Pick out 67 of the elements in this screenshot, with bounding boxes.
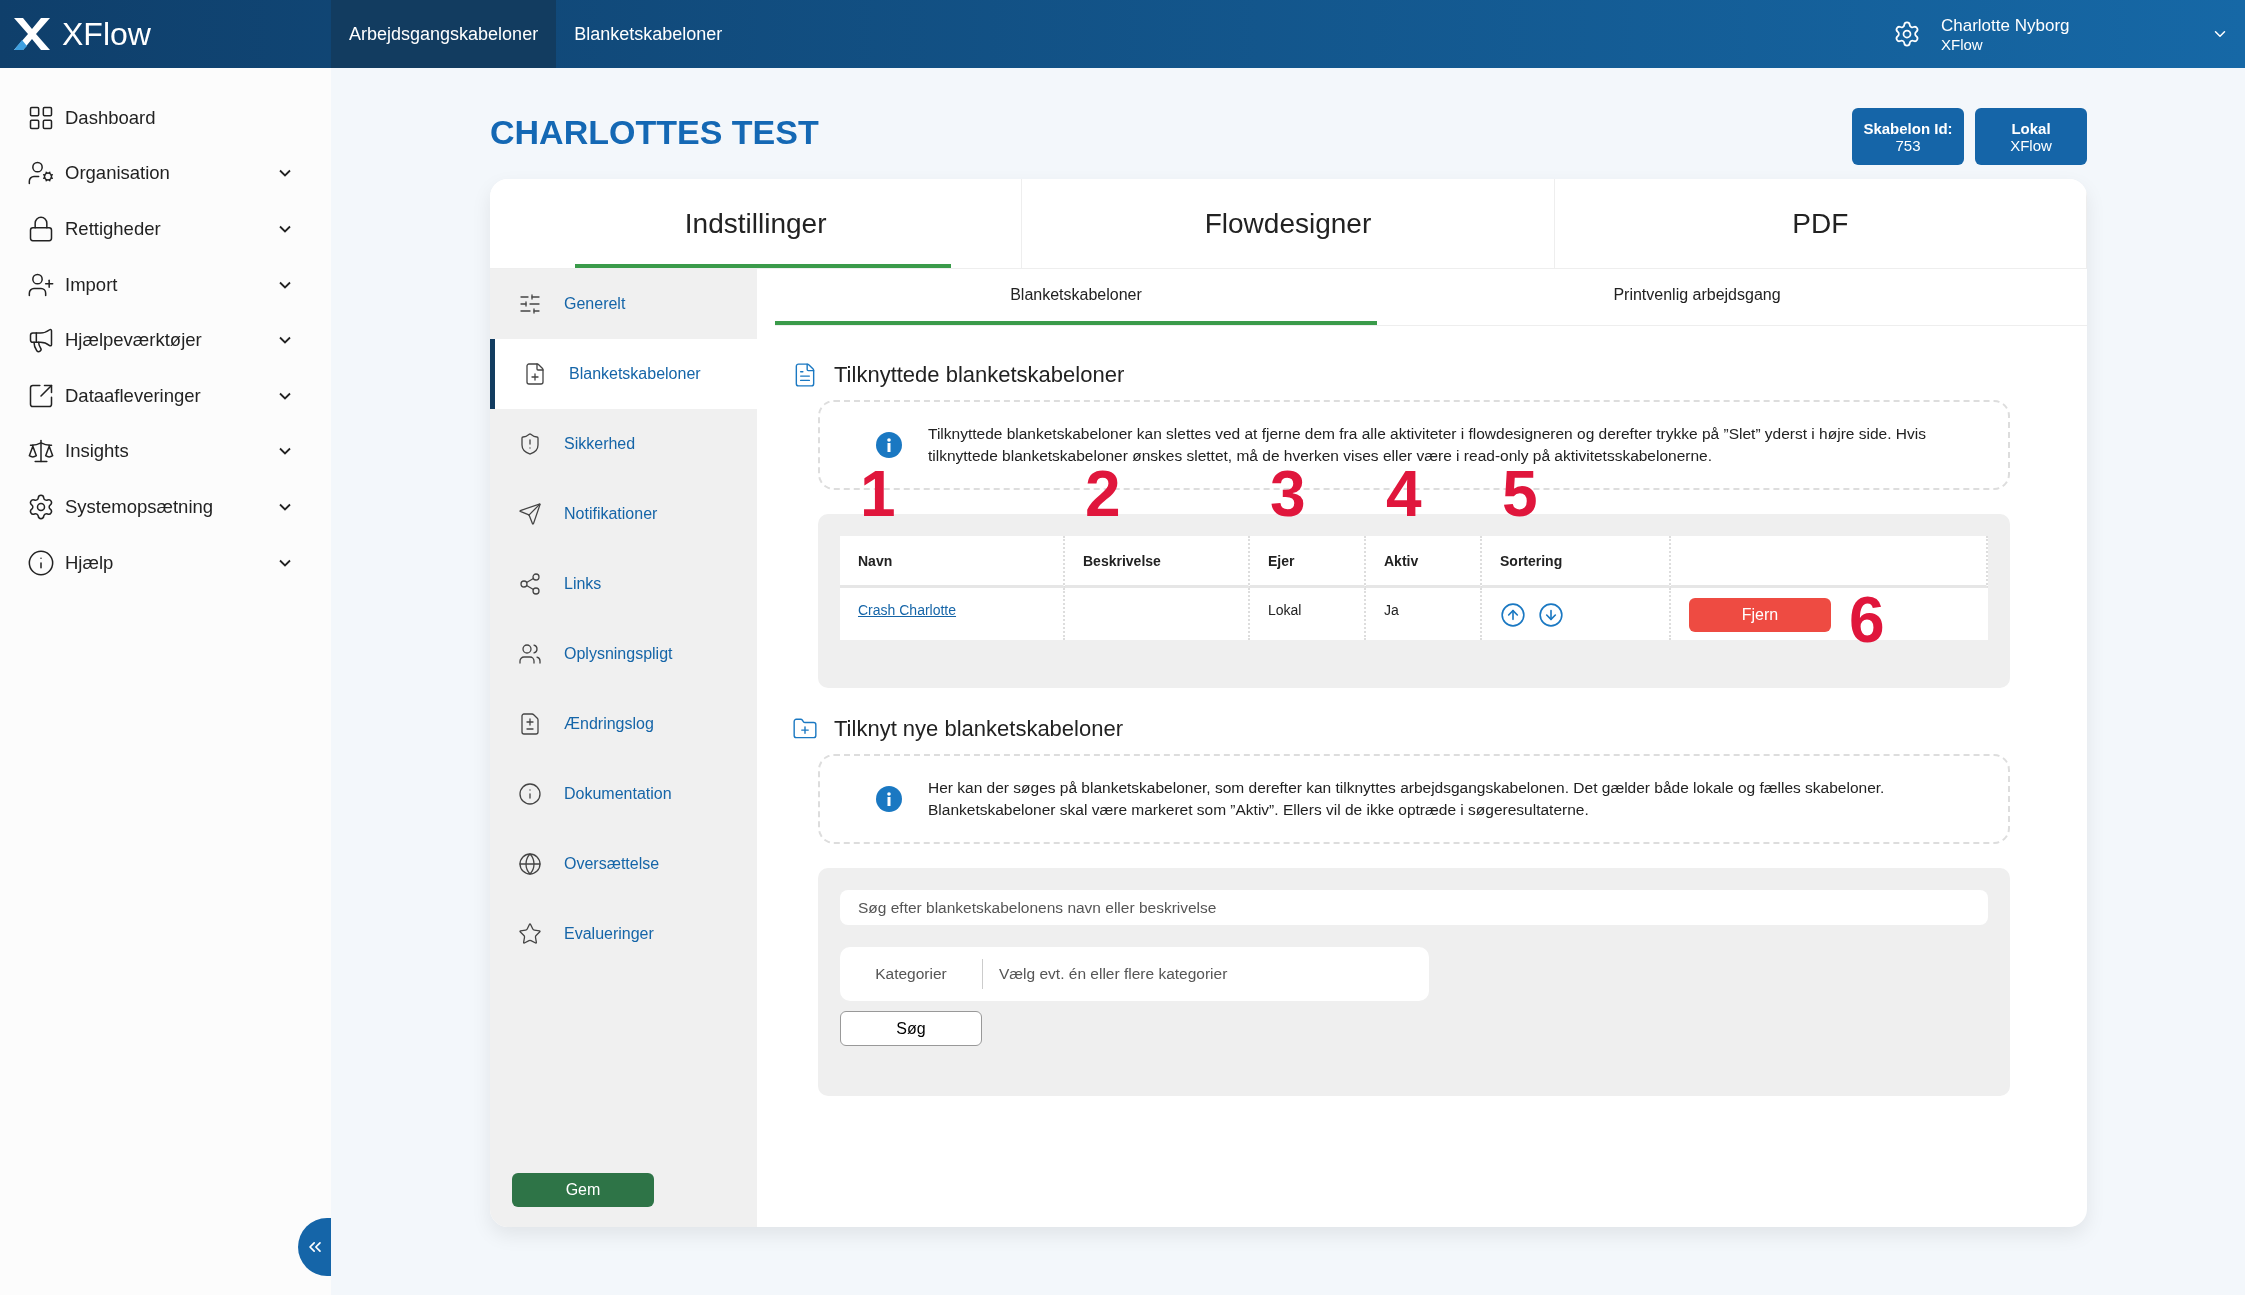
info-icon [876,432,902,458]
search-button[interactable]: Søg [840,1011,982,1046]
remove-button[interactable]: Fjern [1689,598,1831,632]
info-badge: Lokal XFlow [1975,108,2087,165]
info-icon [518,782,542,806]
settings-menu-item[interactable]: Sikkerhed [490,409,757,479]
section-title: Tilknyt nye blanketskabeloner [834,716,1123,742]
search-field[interactable]: Søg efter blanketskabelonens navn eller beskrivelse [840,890,1988,925]
megaphone-icon [27,326,55,355]
sidebar-item[interactable]: Rettigheder [0,201,331,257]
app-logo-text: XFlow [62,15,151,53]
settings-menu-item[interactable]: Dokumentation [490,759,757,829]
settings-icon[interactable] [1893,20,1921,48]
save-button[interactable]: Gem [512,1173,654,1207]
file-plus-icon [523,362,547,386]
sidebar-item[interactable]: Dataafleveringer [0,367,331,424]
info-badge: Skabelon Id: 753 [1852,108,1964,165]
category-input[interactable]: Vælg evt. én eller flere kategorier [983,964,1429,984]
send-icon [518,502,542,526]
table-cell: Ja [1384,602,1399,618]
file-diff-icon [518,712,542,736]
tab[interactable]: Indstillinger [490,179,1023,268]
table-cell: Lokal [1268,602,1302,618]
nav-tab[interactable]: Arbejdsgangskabeloner [331,0,557,68]
star-icon [518,922,542,946]
sidebar-item[interactable]: Dashboard [0,90,331,146]
nav-tab[interactable]: Blanketskabeloner [556,0,741,68]
sidebar-item[interactable]: Insights [0,423,331,480]
lock-icon [27,215,55,243]
sidebar-item[interactable]: Organisation [0,145,331,202]
sidebar-item[interactable]: Import [0,256,331,313]
template-link[interactable]: Crash Charlotte [858,602,957,618]
annotation-number: 1 [860,462,896,526]
move-down-icon[interactable] [1538,602,1564,628]
shield-icon [518,432,542,456]
info-icon [27,548,55,577]
sliders-icon [518,292,542,316]
users-icon [518,642,542,666]
settings-menu-item[interactable]: Oversættelse [490,829,757,899]
category-field[interactable]: Kategorier Vælg evt. én eller flere kategorier [840,947,1429,1001]
globe-icon [518,852,542,876]
move-up-icon[interactable] [1500,602,1526,628]
section-title: Tilknyttede blanketskabeloner [834,362,1125,388]
info-text: Her kan der søges på blanketskabeloner, som derefter kan tilknyttes arbejdsgangskabelonen. Det gælder både lokale og fælles skabeloner. Blanketskabeloner skal være markeret som ”Aktiv”. Ellers vil de ikke optræde i søgeresultaterne. [928,778,1886,820]
settings-menu-item[interactable]: Oplysningspligt [490,619,757,689]
annotation-number: 6 [1849,588,1885,652]
settings-menu-item[interactable]: Generelt [490,269,757,339]
page-title: CHARLOTTES TEST [490,112,819,152]
sub-tab[interactable]: Printvenlig arbejdsgang [1377,269,2017,325]
settings-menu-item[interactable]: Notifikationer [490,479,757,549]
user-organization: XFlow [1941,35,1984,53]
field-label: Kategorier [840,959,983,989]
tab[interactable]: PDF [1554,179,2087,268]
settings-menu-item[interactable]: Evalueringer [490,899,757,969]
sidebar-item[interactable]: Hjælpeværktøjer [0,312,331,368]
logo-icon [12,16,52,52]
sidebar-item[interactable]: Systemopsætning [0,479,331,535]
settings-menu-item[interactable]: Ændringslog [490,689,757,759]
settings-icon [27,492,55,521]
info-icon [876,786,902,812]
share-icon [518,572,542,596]
user-name: Charlotte Nyborg [1941,15,2071,36]
tab[interactable]: Flowdesigner [1022,179,1555,268]
settings-menu-item[interactable]: Blanketskabeloner [490,339,757,409]
sub-tab[interactable]: Blanketskabeloner [775,269,1377,325]
settings-menu-item[interactable]: Links [490,549,757,619]
sidebar-item[interactable]: Hjælp [0,534,331,591]
